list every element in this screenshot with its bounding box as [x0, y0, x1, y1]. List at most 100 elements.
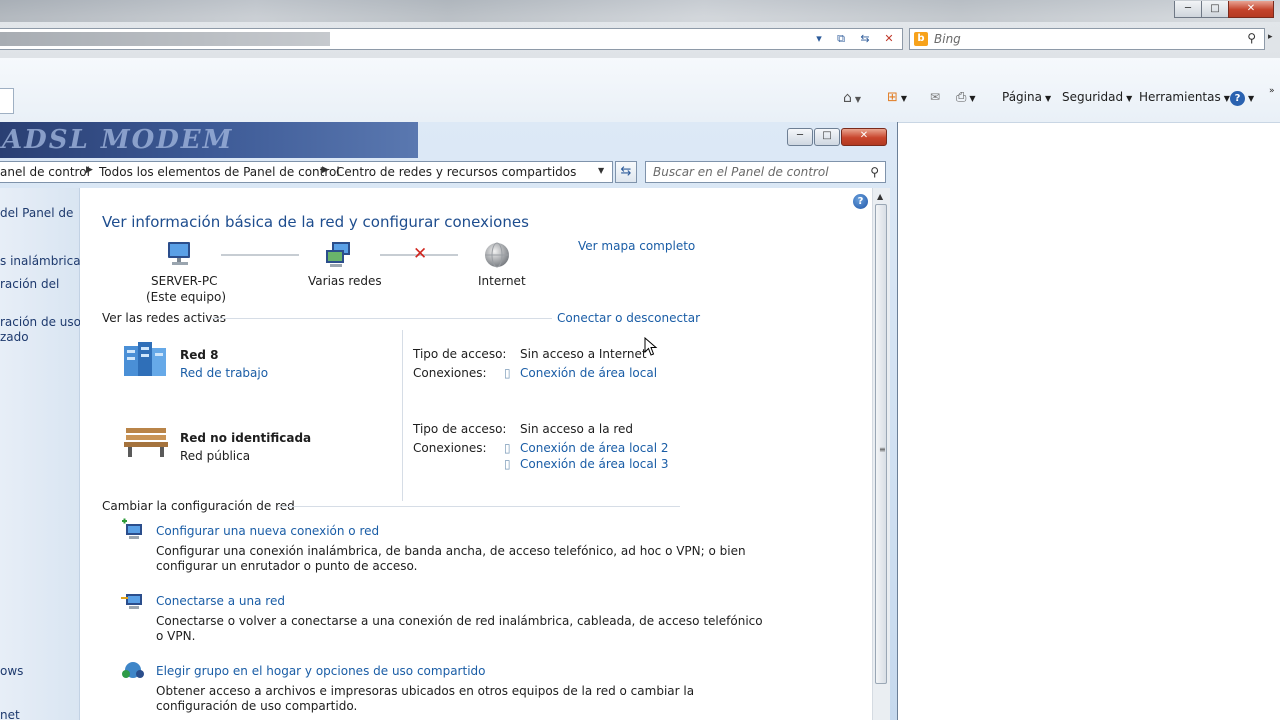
network-1-access-label: Tipo de acceso: [413, 347, 507, 361]
mouse-cursor-icon [644, 337, 658, 356]
task-2-desc-line2: o VPN. [156, 629, 196, 643]
safety-menu[interactable]: Seguridad ▼ [1062, 90, 1132, 104]
overflow-chevron-icon[interactable]: » [1269, 86, 1275, 96]
titlebar-background-art: ADSL MODEM [0, 122, 418, 158]
network-divider [402, 330, 403, 418]
left-link-windows[interactable]: ows [0, 664, 23, 678]
no-connection-x-icon[interactable]: ✕ [413, 244, 427, 264]
refresh-icon[interactable]: ⇆ [855, 31, 875, 47]
vertical-scrollbar[interactable]: ▲ ≡ [872, 188, 890, 720]
tools-menu[interactable]: Herramientas ▼ [1139, 90, 1230, 104]
network-2-access-value: Sin acceso a la red [520, 422, 634, 436]
task-1-link[interactable]: Configurar una nueva conexión o red [156, 524, 379, 538]
network-2-connection-link[interactable]: Conexión de área local 3 [520, 457, 669, 471]
titlebar-art-text: ADSL MODEM [2, 125, 234, 155]
change-settings-label: Cambiar la configuración de red [102, 499, 295, 513]
breadcrumb-control-panel[interactable]: anel de control [0, 165, 90, 179]
search-icon[interactable]: ⚲ [1247, 31, 1256, 45]
address-bar[interactable]: ▾ ⧉ ⇆ ✕ [0, 28, 903, 50]
scroll-up-icon[interactable]: ▲ [877, 192, 883, 201]
view-full-map-link[interactable]: Ver mapa completo [578, 239, 695, 253]
ie-maximize-button[interactable]: □ [1201, 1, 1229, 18]
task-2-link[interactable]: Conectarse a una red [156, 594, 285, 608]
public-network-bench-icon [124, 428, 168, 457]
cp-maximize-button[interactable]: □ [814, 128, 840, 146]
breadcrumb-network-center[interactable]: Centro de redes y recursos compartidos [336, 165, 576, 179]
address-dropdown-icon[interactable]: ▾ [809, 31, 829, 47]
task-1-desc-line1: Configurar una conexión inalámbrica, de … [156, 544, 746, 558]
help-icon: ? [1230, 91, 1245, 106]
bing-search-box[interactable]: b Bing ⚲ [909, 28, 1265, 50]
left-navigation-pane: del Panel de s inalámbricas ración del r… [0, 188, 87, 722]
multiple-networks-icon[interactable] [324, 240, 354, 270]
computer-name: SERVER-PC [151, 274, 218, 288]
ie-minimize-button[interactable]: ─ [1174, 1, 1202, 18]
network-2-access-label: Tipo de acceso: [413, 422, 507, 436]
left-link-sharing-settings[interactable]: ración de uso [0, 315, 81, 329]
titlebar-background [0, 0, 1280, 22]
help-menu[interactable]: ? ▼ [1230, 90, 1254, 106]
task-3-desc-line1: Obtener acceso a archivos e impresoras u… [156, 684, 695, 698]
ethernet-icon: ▯ [504, 441, 511, 455]
control-panel-search[interactable]: Buscar en el Panel de control ⚲ [645, 161, 886, 183]
search-options-icon[interactable]: ▸ [1268, 32, 1273, 42]
breadcrumb[interactable]: anel de control ▶ Todos los elementos de… [0, 161, 613, 183]
globe-icon[interactable] [482, 240, 512, 270]
breadcrumb-separator-icon[interactable]: ▶ [86, 165, 93, 175]
bing-search-placeholder: Bing [934, 32, 961, 46]
compatibility-view-icon[interactable]: ⧉ [831, 31, 851, 47]
task-3-desc-line2: configuración de uso compartido. [156, 699, 358, 713]
ethernet-icon: ▯ [504, 366, 511, 380]
left-link-control-panel-home[interactable]: del Panel de [0, 206, 73, 220]
bing-logo-icon: b [914, 32, 928, 46]
command-bar: ⌂ ▼ ⊞ ▼ ✉ ⎙ ▼ Página ▼ Seguridad ▼ Herramient… [0, 58, 1280, 123]
task-2-desc-line1: Conectarse o volver a conectarse a una c… [156, 614, 763, 628]
work-network-icon [124, 342, 166, 376]
network-2-name: Red no identificada [180, 431, 312, 445]
multiple-networks-label: Varias redes [308, 274, 382, 288]
ie-close-button[interactable]: ✕ [1228, 1, 1274, 18]
page-title: Ver información básica de la red y confi… [102, 213, 529, 231]
stop-icon[interactable]: ✕ [879, 31, 899, 47]
breadcrumb-all-items[interactable]: Todos los elementos de Panel de control [99, 165, 340, 179]
print-icon[interactable]: ⎙ ▼ [956, 90, 976, 105]
help-icon[interactable]: ? [853, 194, 868, 209]
computer-icon[interactable] [165, 240, 195, 270]
scroll-grip-icon: ≡ [879, 445, 886, 454]
address-url-blurred [0, 32, 330, 46]
left-link-wireless[interactable]: s inalámbricas [0, 254, 87, 268]
main-content: ? Ver información básica de la red y con… [80, 188, 872, 720]
network-2-connections-label: Conexiones: [413, 441, 487, 455]
network-2-connection-link[interactable]: Conexión de área local 2 [520, 441, 669, 455]
task-3-link[interactable]: Elegir grupo en el hogar y opciones de u… [156, 664, 486, 678]
feeds-icon[interactable]: ⊞ ▼ [887, 90, 907, 105]
active-networks-label: Ver las redes activas [102, 311, 226, 325]
network-1-connection-link[interactable]: Conexión de área local [520, 366, 657, 380]
tools-menu-label: Herramientas [1139, 90, 1221, 104]
scrollbar-thumb[interactable]: ≡ [875, 204, 887, 684]
refresh-button[interactable]: ⇆ [615, 161, 637, 183]
tab-edge[interactable] [0, 88, 14, 114]
breadcrumb-dropdown-icon[interactable]: ▼ [598, 166, 604, 175]
left-link-adapter-settings[interactable]: ración del [0, 277, 59, 291]
section-divider [278, 506, 680, 507]
left-link-sharing-settings-cont[interactable]: zado [0, 330, 29, 344]
computer-sub: (Este equipo) [146, 290, 226, 304]
homegroup-icon [122, 662, 144, 678]
network-divider [402, 416, 403, 501]
mail-icon[interactable]: ✉ [930, 90, 940, 104]
cp-minimize-button[interactable]: ─ [787, 128, 813, 146]
search-placeholder: Buscar en el Panel de control [653, 165, 829, 179]
control-panel-window: ADSL MODEM ─ □ ✕ anel de control ▶ Todos… [0, 122, 898, 722]
home-icon[interactable]: ⌂ ▼ [843, 90, 861, 106]
internet-label: Internet [478, 274, 526, 288]
search-icon[interactable]: ⚲ [870, 165, 879, 179]
network-1-type-link[interactable]: Red de trabajo [180, 366, 268, 380]
page-menu[interactable]: Página ▼ [1002, 90, 1051, 104]
breadcrumb-separator-icon[interactable]: ▶ [322, 165, 329, 175]
cp-close-button[interactable]: ✕ [841, 128, 887, 146]
network-1-name: Red 8 [180, 348, 219, 362]
new-connection-icon [122, 518, 142, 539]
network-1-connections-label: Conexiones: [413, 366, 487, 380]
connect-disconnect-link[interactable]: Conectar o desconectar [557, 311, 700, 325]
